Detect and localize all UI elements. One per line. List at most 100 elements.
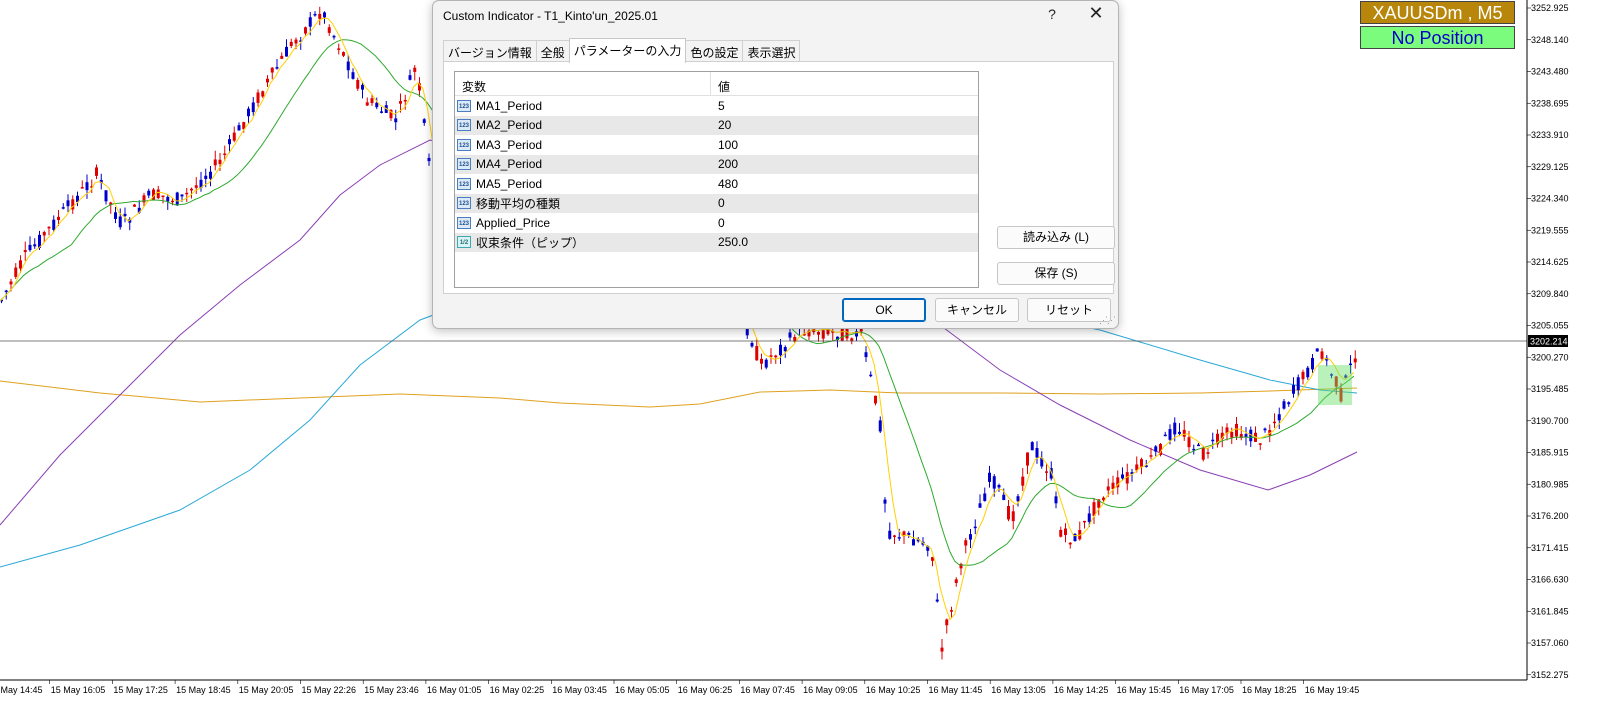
candle-body (33, 244, 37, 247)
candle-body (1296, 377, 1300, 391)
parameter-row[interactable]: 123 移動平均の種類 0 (455, 193, 978, 213)
parameter-row[interactable]: 123 Applied_Price 0 (455, 213, 978, 233)
dialog-tabs: バージョン情報 全般 パラメーターの入力 色の設定 表示選択 (443, 38, 801, 63)
parameter-name-cell: 123 MA5_Period (455, 177, 711, 191)
time-tick-label: 16 May 03:45 (552, 685, 607, 695)
candle-body (175, 192, 179, 206)
candle-body (1353, 358, 1357, 363)
tab-general[interactable]: 全般 (535, 40, 570, 63)
candle-body (888, 530, 892, 539)
parameter-name-cell: 123 MA2_Period (455, 118, 711, 132)
candle-body (304, 27, 307, 34)
tab-color-settings[interactable]: 色の設定 (685, 40, 744, 63)
candle-body (1211, 439, 1215, 442)
candle-body (750, 342, 754, 347)
candle-body (878, 420, 882, 432)
time-tick-label: 16 May 10:25 (866, 685, 921, 695)
ok-button[interactable]: OK (842, 298, 926, 322)
tab-input-parameters[interactable]: パラメーターの入力 (568, 38, 687, 63)
parameter-value[interactable]: 5 (711, 99, 973, 113)
help-button[interactable]: ? (1043, 6, 1061, 22)
candle-body (1182, 429, 1186, 437)
time-tick-label: 15 May 17:25 (113, 685, 168, 695)
parameter-name-cell: 123 移動平均の種類 (455, 195, 711, 212)
parameter-row[interactable]: 123 MA3_Period 100 (455, 135, 978, 155)
integer-type-icon: 123 (457, 197, 471, 210)
candle-body (1263, 428, 1267, 431)
candle-body (104, 190, 108, 202)
price-tick-label: 3219.555 (1531, 225, 1569, 235)
parameter-name-cell: 123 Applied_Price (455, 216, 711, 230)
candle-body (821, 330, 825, 339)
candle-body (1349, 363, 1352, 366)
close-icon[interactable]: ✕ (1083, 3, 1109, 24)
candle-body (28, 244, 32, 251)
resize-grip-icon[interactable]: ⋰⋰ (1099, 315, 1116, 326)
parameter-value[interactable]: 100 (711, 138, 973, 152)
candle-body (954, 579, 958, 583)
candle-body (270, 67, 274, 73)
candle-body (1106, 486, 1110, 491)
candle-body (285, 46, 288, 57)
candle-body (1292, 385, 1295, 394)
time-tick-label: 16 May 19:45 (1305, 685, 1360, 695)
candle-body (755, 346, 759, 361)
double-type-icon: 1/2 (457, 236, 471, 249)
parameters-grid: 変数 値 123 MA1_Period 5 123 MA2_Period 20 123 MA3… (454, 71, 979, 288)
time-tick-label: 16 May 05:05 (615, 685, 670, 695)
time-tick-label: 16 May 18:25 (1242, 685, 1297, 695)
price-tick-label: 3214.625 (1531, 257, 1569, 267)
candle-body (57, 216, 60, 221)
parameter-name: MA3_Period (476, 137, 543, 152)
candle-body (1206, 452, 1210, 454)
candle-body (1306, 367, 1310, 378)
custom-indicator-dialog: Custom Indicator - T1_Kinto'un_2025.01 ?… (432, 0, 1119, 329)
cancel-button[interactable]: キャンセル (935, 298, 1019, 322)
candle-body (213, 159, 217, 166)
current-price-label: 3202.214 (1530, 337, 1568, 347)
parameter-value[interactable]: 200 (711, 157, 973, 171)
candle-body (380, 111, 383, 113)
integer-type-icon: 123 (457, 177, 471, 190)
price-tick-label: 3176.200 (1531, 511, 1569, 521)
candle-body (1168, 429, 1172, 440)
candle-body (1258, 443, 1262, 445)
load-button[interactable]: 読み込み (L) (997, 226, 1115, 249)
candle-body (1178, 431, 1181, 434)
price-tick-label: 3157.060 (1531, 638, 1569, 648)
parameter-name: MA5_Period (476, 176, 543, 191)
tab-version-info[interactable]: バージョン情報 (443, 40, 537, 63)
candle-body (399, 101, 402, 104)
candle-body (1030, 442, 1034, 451)
candle-body (52, 219, 56, 231)
candle-body (61, 207, 65, 209)
candle-body (1163, 434, 1167, 437)
save-button[interactable]: 保存 (S) (997, 262, 1115, 285)
parameter-value[interactable]: 20 (711, 118, 973, 132)
candle-body (190, 188, 193, 191)
parameter-value[interactable]: 0 (711, 216, 973, 230)
parameter-name-cell: 123 MA4_Period (455, 157, 711, 171)
candle-body (403, 99, 407, 102)
integer-type-icon: 123 (457, 138, 471, 151)
price-tick-label: 3185.915 (1531, 448, 1569, 458)
time-tick-label: 15 May 22:26 (302, 685, 357, 695)
column-header-variable[interactable]: 変数 (455, 72, 711, 95)
parameter-name: 移動平均の種類 (476, 196, 561, 211)
candle-body (1073, 533, 1077, 542)
parameter-value[interactable]: 250.0 (711, 235, 973, 249)
parameter-row[interactable]: 1/2 収束条件（ピップ） 250.0 (455, 232, 978, 252)
column-header-value[interactable]: 値 (711, 72, 973, 95)
parameter-row[interactable]: 123 MA1_Period 5 (455, 96, 978, 116)
parameter-value[interactable]: 480 (711, 177, 973, 191)
candle-body (370, 98, 374, 104)
parameter-row[interactable]: 123 MA2_Period 20 (455, 115, 978, 135)
candle-body (1054, 496, 1058, 504)
parameter-row[interactable]: 123 MA4_Period 200 (455, 154, 978, 174)
symbol-timeframe-badge: XAUUSDm , M5 (1360, 1, 1515, 24)
candle-body (1320, 351, 1324, 359)
parameter-value[interactable]: 0 (711, 196, 973, 210)
parameter-row[interactable]: 123 MA5_Period 480 (455, 174, 978, 194)
tab-display-selection[interactable]: 表示選択 (742, 40, 801, 63)
price-tick-label: 3205.055 (1531, 321, 1569, 331)
